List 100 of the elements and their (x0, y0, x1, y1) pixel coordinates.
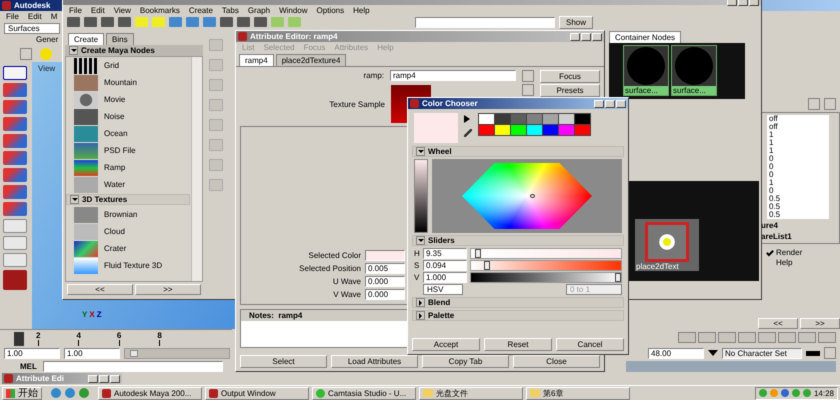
color-swatch[interactable] (527, 114, 542, 124)
texture-thumbnail-icon[interactable] (74, 108, 98, 124)
node-name[interactable]: Movie (104, 95, 126, 104)
tool-icon[interactable] (208, 179, 223, 191)
range-handle[interactable] (130, 350, 138, 356)
tool-icon[interactable] (208, 59, 223, 71)
texture-thumbnail-icon[interactable] (74, 258, 98, 274)
layer-icon[interactable] (808, 98, 820, 110)
dialog-button[interactable]: Cancel (556, 338, 624, 351)
color-swatch[interactable] (479, 125, 494, 135)
dialog-button[interactable]: Accept (412, 338, 480, 351)
texture-thumbnail-icon[interactable] (74, 142, 98, 158)
color-swatch[interactable] (495, 114, 510, 124)
tool-icon[interactable] (208, 139, 223, 151)
tool-icon[interactable] (3, 100, 27, 114)
shader-node[interactable]: surface... (623, 45, 669, 96)
node-name[interactable]: Ocean (104, 129, 128, 138)
end-time-field[interactable]: 48.00 (648, 348, 704, 358)
menu-item[interactable]: Graph (248, 6, 270, 14)
tool-icon[interactable] (208, 39, 223, 51)
menu-item[interactable]: File (69, 6, 82, 14)
tab[interactable]: place2dTexture4 (276, 54, 346, 66)
toolbar-icon[interactable] (101, 17, 114, 27)
tool-icon[interactable] (3, 151, 27, 165)
color-swatch[interactable] (365, 250, 405, 261)
slider-value-field[interactable]: 0.094 (423, 260, 467, 271)
tool-icon[interactable] (3, 117, 27, 131)
range-slider[interactable] (124, 348, 230, 358)
slider-value-field[interactable]: 1.000 (423, 272, 467, 283)
value-bar[interactable] (414, 159, 428, 233)
menu-item[interactable]: View (114, 6, 131, 14)
page-button[interactable]: << (67, 284, 133, 295)
node-name[interactable]: Crater (104, 244, 126, 253)
menu-item[interactable]: Window (279, 6, 308, 14)
scroll-bar[interactable] (190, 57, 202, 281)
shelf-scroll-icon[interactable] (20, 48, 32, 60)
minimize-icon[interactable] (727, 0, 737, 6)
character-set-field[interactable]: No Character Set (722, 348, 802, 358)
texture-thumbnail-icon[interactable] (74, 176, 98, 192)
tool-icon[interactable] (3, 185, 27, 199)
close-icon[interactable] (592, 32, 602, 40)
node-name[interactable]: Water (104, 180, 126, 189)
toolbar-icon[interactable] (84, 17, 97, 27)
time-slider[interactable]: 2 4 6 8 (0, 329, 232, 346)
tool-icon[interactable] (3, 134, 27, 148)
toolbar-icon[interactable] (254, 17, 267, 27)
section-header[interactable]: Palette (412, 310, 624, 321)
filter-field[interactable] (415, 16, 555, 28)
layout-button[interactable]: << (758, 318, 798, 329)
texture-node[interactable]: place2dText (635, 219, 699, 271)
menu-item[interactable]: Edit (90, 6, 105, 14)
number-field[interactable]: 0.000 (365, 276, 405, 287)
node-name[interactable]: Noise (104, 112, 124, 121)
menu-item[interactable]: Create (188, 6, 213, 14)
texture-thumbnail-icon[interactable] (74, 224, 98, 240)
close-icon[interactable] (749, 0, 759, 6)
layout-icon[interactable] (3, 253, 27, 267)
texture-thumbnail-icon[interactable] (74, 58, 98, 74)
color-swatch[interactable] (511, 114, 526, 124)
maximize-icon[interactable] (99, 374, 109, 382)
name-field[interactable]: ramp4 (390, 70, 516, 81)
layout-icon[interactable] (3, 219, 27, 233)
minimize-icon[interactable] (570, 32, 580, 40)
section-header[interactable]: Blend (412, 297, 624, 308)
toolbar-icon[interactable] (118, 17, 131, 27)
slider-value-field[interactable]: 9.35 (423, 248, 467, 259)
menu-item[interactable]: M (50, 12, 58, 20)
slider-thumb[interactable] (484, 261, 490, 270)
texture-thumbnail-icon[interactable] (74, 206, 98, 222)
color-swatch[interactable] (575, 114, 590, 124)
close-icon[interactable] (110, 374, 120, 382)
viewport-menu[interactable]: View (38, 64, 56, 73)
number-field[interactable]: 0.005 (365, 263, 405, 274)
maximize-icon[interactable] (738, 0, 748, 6)
texture-thumbnail-icon[interactable] (74, 74, 98, 90)
arrow-tool-icon[interactable] (3, 66, 27, 80)
range-field[interactable]: 1.00 (4, 348, 60, 358)
dialog-button[interactable]: Select (240, 355, 327, 368)
tool-icon[interactable] (208, 119, 223, 131)
color-swatch[interactable] (543, 114, 558, 124)
color-swatch[interactable] (559, 125, 574, 135)
trash-icon[interactable] (824, 98, 836, 110)
slider-thumb[interactable] (615, 273, 621, 282)
tool-icon[interactable] (3, 168, 27, 182)
show-button[interactable]: Show (559, 16, 594, 28)
minimize-icon[interactable] (594, 100, 604, 108)
color-swatch[interactable] (543, 125, 558, 135)
start-button[interactable]: 开始 (2, 386, 42, 400)
minimize-icon[interactable] (88, 374, 98, 382)
side-button[interactable]: Presets (540, 84, 600, 97)
current-frame-marker[interactable] (14, 332, 24, 346)
menu-item[interactable]: Help (353, 6, 370, 14)
slider-track[interactable] (470, 272, 622, 283)
node-name[interactable]: Ramp (104, 163, 126, 172)
tab[interactable]: Container Nodes (609, 31, 682, 43)
tool-icon[interactable] (208, 79, 223, 91)
shelf-tab[interactable]: Gener (36, 35, 58, 44)
menu-item[interactable]: Help (776, 258, 792, 266)
preferences-icon[interactable] (824, 347, 836, 359)
number-field[interactable]: 0.000 (365, 289, 405, 300)
